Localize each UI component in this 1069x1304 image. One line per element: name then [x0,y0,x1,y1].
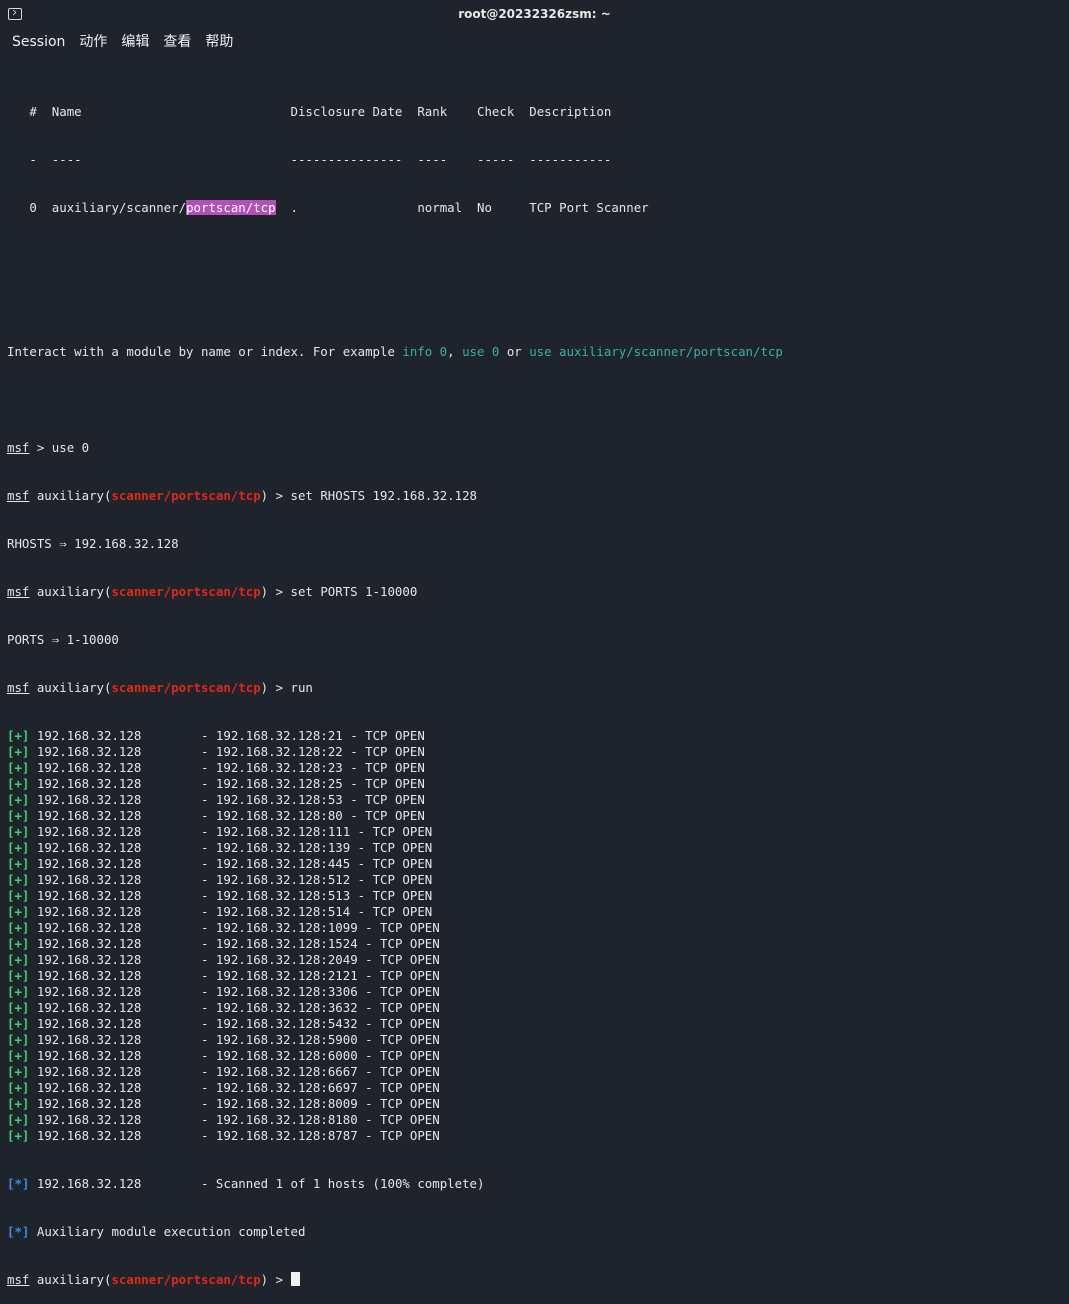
scan-result-line: [+] 192.168.32.128 - 192.168.32.128:445 … [7,856,433,871]
scan-result-line: [+] 192.168.32.128 - 192.168.32.128:22 -… [7,744,425,759]
scan-result-line: [+] 192.168.32.128 - 192.168.32.128:8787… [7,1128,440,1143]
scan-result-line: [+] 192.168.32.128 - 192.168.32.128:2121… [7,968,440,983]
menu-actions[interactable]: 动作 [79,30,107,54]
menu-view[interactable]: 查看 [163,30,191,54]
scan-result-line: [+] 192.168.32.128 - 192.168.32.128:5900… [7,1032,440,1047]
scan-result-line: [+] 192.168.32.128 - 192.168.32.128:21 -… [7,728,425,743]
window-title: root@20232326zsm: ~ [458,7,611,21]
command-line: msf auxiliary(scanner/portscan/tcp) > se… [7,488,477,503]
menu-help[interactable]: 帮助 [205,30,233,54]
command-output: PORTS ⇒ 1-10000 [7,632,119,647]
scan-result-line: [+] 192.168.32.128 - 192.168.32.128:6667… [7,1064,440,1079]
command-line: msf auxiliary(scanner/portscan/tcp) > ru… [7,680,313,695]
completion-message: [*] Auxiliary module execution completed [7,1224,306,1239]
scan-result-line: [+] 192.168.32.128 - 192.168.32.128:1524… [7,936,440,951]
scan-result-line: [+] 192.168.32.128 - 192.168.32.128:23 -… [7,760,425,775]
scan-result-line: [+] 192.168.32.128 - 192.168.32.128:53 -… [7,792,425,807]
menu-session[interactable]: Session [12,30,65,54]
table-header: # Name Disclosure Date Rank Check Descri… [29,104,612,119]
scan-result-line: [+] 192.168.32.128 - 192.168.32.128:512 … [7,872,433,887]
table-row: 0 auxiliary/scanner/portscan/tcp . norma… [29,200,649,215]
scan-result-line: [+] 192.168.32.128 - 192.168.32.128:514 … [7,904,433,919]
command-output: RHOSTS ⇒ 192.168.32.128 [7,536,179,551]
menu-bar: Session 动作 编辑 查看 帮助 [0,30,1069,54]
command-line: msf auxiliary(scanner/portscan/tcp) > se… [7,584,418,599]
terminal-output[interactable]: # Name Disclosure Date Rank Check Descri… [7,72,1069,1304]
scan-result-line: [+] 192.168.32.128 - 192.168.32.128:80 -… [7,808,425,823]
search-highlight: portscan/tcp [186,200,276,215]
scan-summary: [*] 192.168.32.128 - Scanned 1 of 1 host… [7,1176,485,1191]
scan-result-line: [+] 192.168.32.128 - 192.168.32.128:6697… [7,1080,440,1095]
interact-hint: Interact with a module by name or index.… [7,344,783,359]
scan-result-line: [+] 192.168.32.128 - 192.168.32.128:1099… [7,920,440,935]
scan-result-line: [+] 192.168.32.128 - 192.168.32.128:8009… [7,1096,440,1111]
command-line: msf > use 0 [7,440,90,455]
menu-edit[interactable]: 编辑 [121,30,149,54]
table-underline: - ---- --------------- ---- ----- ------… [29,152,612,167]
scan-result-line: [+] 192.168.32.128 - 192.168.32.128:3306… [7,984,440,999]
scan-result-line: [+] 192.168.32.128 - 192.168.32.128:2049… [7,952,440,967]
scan-result-line: [+] 192.168.32.128 - 192.168.32.128:25 -… [7,776,425,791]
active-prompt[interactable]: msf auxiliary(scanner/portscan/tcp) > [7,1272,1069,1288]
scan-result-line: [+] 192.168.32.128 - 192.168.32.128:8180… [7,1112,440,1127]
scan-result-line: [+] 192.168.32.128 - 192.168.32.128:5432… [7,1016,440,1031]
title-bar: root@20232326zsm: ~ [0,0,1069,30]
scan-result-line: [+] 192.168.32.128 - 192.168.32.128:139 … [7,840,433,855]
scan-result-line: [+] 192.168.32.128 - 192.168.32.128:513 … [7,888,433,903]
scan-result-line: [+] 192.168.32.128 - 192.168.32.128:111 … [7,824,433,839]
scan-results: [+] 192.168.32.128 - 192.168.32.128:21 -… [7,728,1069,1144]
scan-result-line: [+] 192.168.32.128 - 192.168.32.128:3632… [7,1000,440,1015]
text-cursor [290,1272,300,1286]
scan-result-line: [+] 192.168.32.128 - 192.168.32.128:6000… [7,1048,440,1063]
